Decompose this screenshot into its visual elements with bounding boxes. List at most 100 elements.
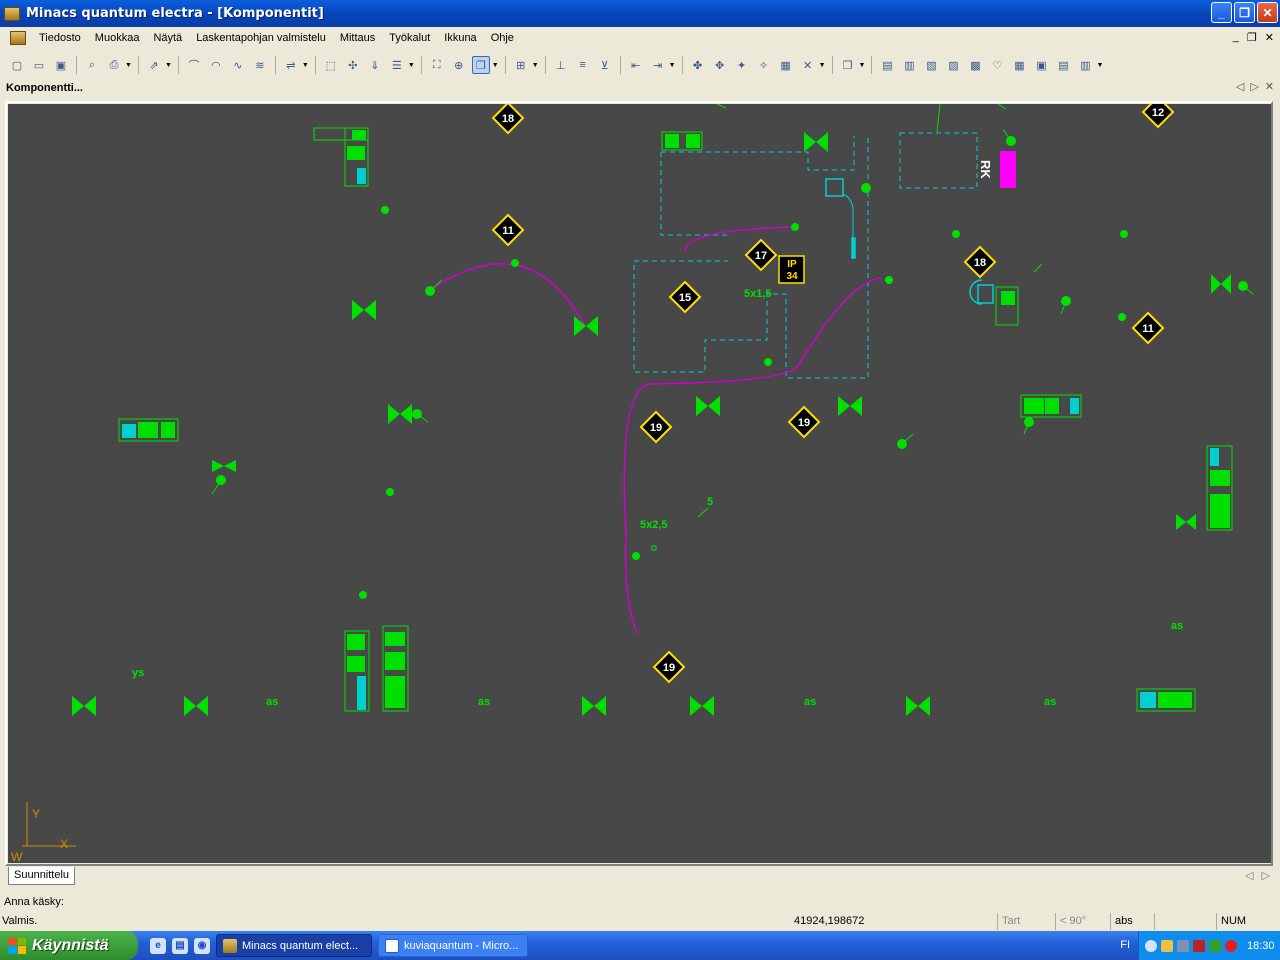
cable-icon[interactable]: ≡ bbox=[574, 56, 592, 74]
draw-arc-icon[interactable]: ◠ bbox=[207, 56, 225, 74]
select-area-icon[interactable]: ⬚ bbox=[322, 56, 340, 74]
component-dropdown-icon[interactable]: ▼ bbox=[532, 62, 539, 69]
menu-tyokalut[interactable]: Työkalut bbox=[382, 32, 437, 44]
doc-minimize-button[interactable]: _ bbox=[1233, 31, 1239, 44]
draw-curve-icon[interactable]: ∿ bbox=[229, 56, 247, 74]
export-icon[interactable]: ⇗ bbox=[145, 56, 163, 74]
report-5-icon[interactable]: ▩ bbox=[966, 56, 984, 74]
menu-ikkuna[interactable]: Ikkuna bbox=[437, 32, 483, 44]
insert-icon[interactable]: ⇓ bbox=[366, 56, 384, 74]
drawing-canvas[interactable]: 18 11 17 15 19 19 19 18 11 12 IP 34 5x1,… bbox=[8, 104, 1271, 863]
report-9-icon[interactable]: ▥ bbox=[1076, 56, 1094, 74]
zoom-window-icon[interactable]: ⊕ bbox=[450, 56, 468, 74]
taskbar-button-minacs[interactable]: Minacs quantum elect... bbox=[216, 934, 372, 957]
doc-restore-button[interactable]: ❐ bbox=[1247, 31, 1257, 44]
report-dropdown-icon[interactable]: ▼ bbox=[1096, 62, 1103, 69]
menu-laskentapohjan-valmistelu[interactable]: Laskentapohjan valmistelu bbox=[189, 32, 333, 44]
distribution-panel[interactable] bbox=[1000, 151, 1016, 188]
tab-right-icon[interactable]: ▷ bbox=[1250, 80, 1258, 93]
circuit-marker[interactable]: 11 bbox=[1131, 311, 1165, 345]
align-dropdown-icon[interactable]: ▼ bbox=[302, 62, 309, 69]
align-icon[interactable]: ⇌ bbox=[282, 56, 300, 74]
circuit-marker[interactable]: 17 bbox=[744, 238, 778, 272]
symbol-dropdown-icon[interactable]: ▼ bbox=[819, 62, 826, 69]
tab-close-icon[interactable]: ✕ bbox=[1265, 80, 1274, 93]
component-icon[interactable]: ⊞ bbox=[512, 56, 530, 74]
tart-indicator[interactable]: Tart bbox=[997, 913, 1055, 930]
clock[interactable]: 18:30 bbox=[1247, 940, 1275, 952]
symbol-3-icon[interactable]: ✦ bbox=[733, 56, 751, 74]
print-icon[interactable]: ⎙ bbox=[105, 56, 123, 74]
circuit-marker[interactable]: 19 bbox=[787, 405, 821, 439]
document-icon[interactable] bbox=[10, 31, 26, 45]
circuit-marker[interactable]: 18 bbox=[491, 104, 525, 135]
export-2-icon[interactable]: ⇥ bbox=[649, 56, 667, 74]
report-6-icon[interactable]: ▦ bbox=[1010, 56, 1028, 74]
symbol-1-icon[interactable]: ✤ bbox=[689, 56, 707, 74]
tray-network-icon[interactable] bbox=[1161, 939, 1173, 952]
menu-muokkaa[interactable]: Muokkaa bbox=[88, 32, 147, 44]
circuit-marker[interactable]: 11 bbox=[491, 213, 525, 247]
window-select-icon[interactable]: ❐ bbox=[471, 56, 490, 74]
tray-arrow-icon[interactable] bbox=[1145, 939, 1157, 952]
zoom-extents-icon[interactable]: ⛶ bbox=[428, 56, 446, 74]
abs-indicator[interactable]: abs bbox=[1110, 913, 1154, 930]
save-icon[interactable]: ▣ bbox=[52, 56, 70, 74]
open-folder-icon[interactable]: ▭ bbox=[30, 56, 48, 74]
wire-icon[interactable]: ⊻ bbox=[596, 56, 614, 74]
tray-security-icon[interactable] bbox=[1225, 939, 1237, 952]
close-button[interactable]: ✕ bbox=[1257, 2, 1278, 23]
tray-monitor-icon[interactable] bbox=[1177, 939, 1189, 952]
report-2-icon[interactable]: ▥ bbox=[900, 56, 918, 74]
symbol-2-icon[interactable]: ✥ bbox=[711, 56, 729, 74]
start-button[interactable]: Käynnistä bbox=[0, 931, 138, 960]
language-indicator[interactable]: FI bbox=[1120, 939, 1130, 951]
move-icon[interactable]: ✣ bbox=[344, 56, 362, 74]
circuit-marker[interactable]: 19 bbox=[639, 410, 673, 444]
import-icon[interactable]: ⇤ bbox=[627, 56, 645, 74]
new-file-icon[interactable]: ▢ bbox=[8, 56, 26, 74]
tray-chart-icon[interactable] bbox=[1209, 939, 1221, 952]
taskbar-button-word[interactable]: kuviaquantum - Micro... bbox=[378, 934, 528, 957]
menu-mittaus[interactable]: Mittaus bbox=[333, 32, 382, 44]
circuit-marker[interactable]: 15 bbox=[668, 280, 702, 314]
windows-dropdown-icon[interactable]: ▼ bbox=[859, 62, 866, 69]
preview-icon[interactable]: ⌕ bbox=[83, 56, 101, 74]
draw-line-icon[interactable]: ⌒ bbox=[185, 56, 203, 74]
layout-tab-left-icon[interactable]: ◁ bbox=[1245, 869, 1253, 882]
report-7-icon[interactable]: ▣ bbox=[1032, 56, 1050, 74]
layout-tab-right-icon[interactable]: ▷ bbox=[1262, 869, 1270, 882]
layers-dropdown-icon[interactable]: ▼ bbox=[408, 62, 415, 69]
cable-tray-icon[interactable]: ⊥ bbox=[552, 56, 570, 74]
desktop-icon[interactable]: ▤ bbox=[172, 937, 188, 954]
symbol-4-icon[interactable]: ✧ bbox=[755, 56, 773, 74]
print-dropdown-icon[interactable]: ▼ bbox=[125, 62, 132, 69]
tab-left-icon[interactable]: ◁ bbox=[1236, 80, 1244, 93]
minimize-button[interactable]: _ bbox=[1211, 2, 1232, 23]
command-line[interactable]: Anna käsky: bbox=[0, 892, 1280, 912]
report-3-icon[interactable]: ▧ bbox=[922, 56, 940, 74]
circuit-marker[interactable]: 18 bbox=[963, 245, 997, 279]
draw-shape-icon[interactable]: ≋ bbox=[251, 56, 269, 74]
menu-ohje[interactable]: Ohje bbox=[484, 32, 521, 44]
tab-suunnittelu[interactable]: Suunnittelu bbox=[8, 867, 76, 885]
window-select-dropdown-icon[interactable]: ▼ bbox=[492, 62, 499, 69]
windows-icon[interactable]: ❒ bbox=[839, 56, 857, 74]
report-1-icon[interactable]: ▤ bbox=[878, 56, 896, 74]
title-bar[interactable]: Minacs quantum electra - [Komponentit] _… bbox=[0, 0, 1280, 27]
favorite-icon[interactable]: ♡ bbox=[988, 56, 1006, 74]
browser-icon[interactable]: e bbox=[150, 937, 166, 954]
report-4-icon[interactable]: ▨ bbox=[944, 56, 962, 74]
export-2-dropdown-icon[interactable]: ▼ bbox=[669, 62, 676, 69]
circuit-marker[interactable]: 19 bbox=[652, 650, 686, 684]
symbol-6-icon[interactable]: ✕ bbox=[799, 56, 817, 74]
ip-rating-box[interactable]: IP 34 bbox=[778, 255, 805, 284]
doc-close-button[interactable]: ✕ bbox=[1265, 31, 1274, 44]
floor-plan-drawing[interactable]: 18 11 17 15 19 19 19 18 11 12 IP 34 5x1,… bbox=[8, 104, 1271, 863]
menu-nayta[interactable]: Näytä bbox=[146, 32, 189, 44]
restore-button[interactable]: ❐ bbox=[1234, 2, 1255, 23]
angle-indicator[interactable]: < 90° bbox=[1055, 913, 1110, 930]
menu-tiedosto[interactable]: Tiedosto bbox=[32, 32, 88, 44]
app-icon[interactable] bbox=[4, 6, 20, 21]
layers-icon[interactable]: ☰ bbox=[388, 56, 406, 74]
